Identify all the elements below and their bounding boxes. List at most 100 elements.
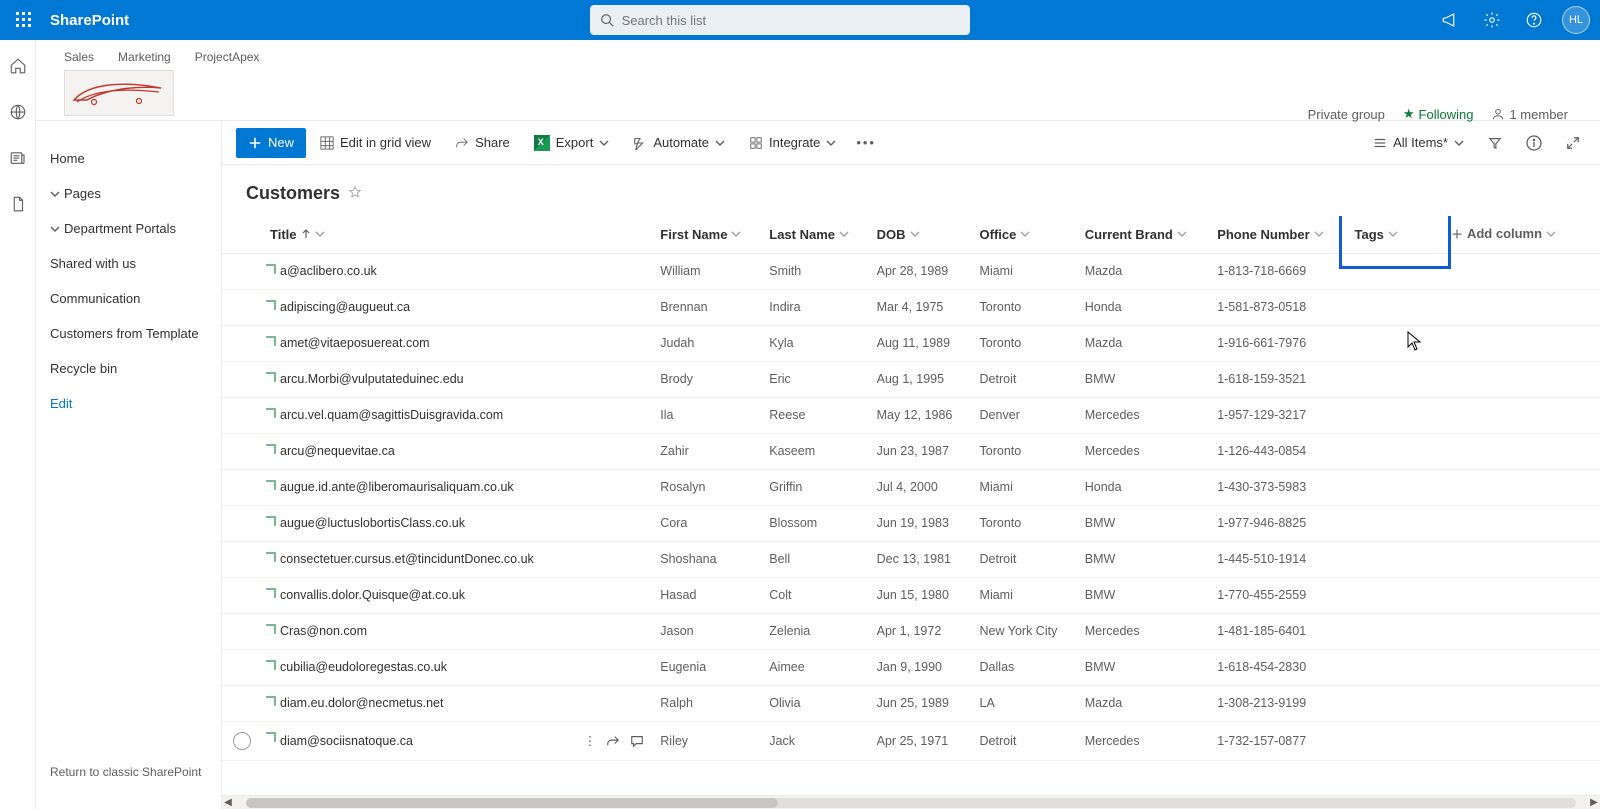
table-row[interactable]: adipiscing@augueut.ca ⋮ Brennan Indira M… bbox=[222, 289, 1600, 325]
nav-customers-from-template[interactable]: Customers from Template bbox=[50, 316, 207, 351]
cell-title[interactable]: adipiscing@augueut.ca bbox=[262, 289, 576, 325]
automate-button[interactable]: Automate bbox=[623, 128, 735, 158]
cell-title[interactable]: arcu.Morbi@vulputateduinec.edu bbox=[262, 361, 576, 397]
col-add-column[interactable]: Add column bbox=[1443, 216, 1600, 253]
rail-files[interactable] bbox=[8, 194, 28, 214]
help-button[interactable] bbox=[1514, 0, 1554, 40]
nav-recycle-bin[interactable]: Recycle bin bbox=[50, 351, 207, 386]
row-select[interactable] bbox=[222, 361, 262, 397]
scroll-right-arrow[interactable]: ▶ bbox=[1588, 797, 1600, 808]
cell-title[interactable]: consectetuer.cursus.et@tinciduntDonec.co… bbox=[262, 541, 576, 577]
integrate-button[interactable]: Integrate bbox=[739, 128, 846, 158]
nav-department-portals[interactable]: Department Portals bbox=[50, 211, 207, 246]
row-select[interactable] bbox=[222, 721, 262, 760]
table-row[interactable]: amet@vitaeposuereat.com ⋮ Judah Kyla Aug… bbox=[222, 325, 1600, 361]
row-select[interactable] bbox=[222, 397, 262, 433]
user-avatar[interactable]: HL bbox=[1562, 6, 1590, 34]
cell-title[interactable]: arcu.vel.quam@sagittisDuisgravida.com bbox=[262, 397, 576, 433]
row-comment-icon[interactable] bbox=[630, 734, 644, 748]
table-row[interactable]: convallis.dolor.Quisque@at.co.uk ⋮ Hasad… bbox=[222, 577, 1600, 613]
table-row[interactable]: consectetuer.cursus.et@tinciduntDonec.co… bbox=[222, 541, 1600, 577]
follow-button[interactable]: ★ Following bbox=[1403, 106, 1474, 122]
row-select[interactable] bbox=[222, 505, 262, 541]
hub-link-sales[interactable]: Sales bbox=[64, 50, 94, 64]
hub-link-marketing[interactable]: Marketing bbox=[118, 50, 171, 64]
share-button[interactable]: Share bbox=[445, 128, 520, 158]
col-title[interactable]: Title bbox=[262, 216, 576, 253]
row-select[interactable] bbox=[222, 649, 262, 685]
table-row[interactable]: arcu.vel.quam@sagittisDuisgravida.com ⋮ … bbox=[222, 397, 1600, 433]
row-more-icon[interactable]: ⋮ bbox=[584, 733, 597, 748]
nav-pages[interactable]: Pages bbox=[50, 176, 207, 211]
table-scroll[interactable]: Title First Name bbox=[222, 216, 1600, 795]
info-button[interactable] bbox=[1520, 128, 1548, 158]
col-brand[interactable]: Current Brand bbox=[1077, 216, 1209, 253]
nav-shared-with-us[interactable]: Shared with us bbox=[50, 246, 207, 281]
megaphone-button[interactable] bbox=[1430, 0, 1470, 40]
table-row[interactable]: arcu@nequevitae.ca ⋮ Zahir Kaseem Jun 23… bbox=[222, 433, 1600, 469]
row-select[interactable] bbox=[222, 289, 262, 325]
view-selector[interactable]: All Items* bbox=[1367, 128, 1470, 158]
cell-title[interactable]: amet@vitaeposuereat.com bbox=[262, 325, 576, 361]
table-row[interactable]: diam@sociisnatoque.ca ⋮ Riley Jack Apr 2… bbox=[222, 721, 1600, 760]
row-select[interactable] bbox=[222, 253, 262, 289]
expand-button[interactable] bbox=[1560, 128, 1586, 158]
col-first-name[interactable]: First Name bbox=[652, 216, 761, 253]
cell-title[interactable]: augue@luctuslobortisClass.co.uk bbox=[262, 505, 576, 541]
cell-title[interactable]: cubilia@eudoloregestas.co.uk bbox=[262, 649, 576, 685]
cell-title[interactable]: diam.eu.dolor@necmetus.net bbox=[262, 685, 576, 721]
search-box[interactable] bbox=[590, 5, 970, 35]
table-row[interactable]: Cras@non.com ⋮ Jason Zelenia Apr 1, 1972… bbox=[222, 613, 1600, 649]
rail-news[interactable] bbox=[8, 148, 28, 168]
cell-title[interactable]: diam@sociisnatoque.ca bbox=[262, 721, 576, 760]
return-classic-link[interactable]: Return to classic SharePoint bbox=[50, 765, 207, 789]
col-dob[interactable]: DOB bbox=[869, 216, 972, 253]
row-select[interactable] bbox=[222, 541, 262, 577]
table-row[interactable]: cubilia@eudoloregestas.co.uk ⋮ Eugenia A… bbox=[222, 649, 1600, 685]
filter-button[interactable] bbox=[1482, 128, 1508, 158]
app-name[interactable]: SharePoint bbox=[50, 12, 129, 29]
table-row[interactable]: arcu.Morbi@vulputateduinec.edu ⋮ Brody E… bbox=[222, 361, 1600, 397]
export-button[interactable]: Export bbox=[524, 128, 620, 158]
horizontal-scrollbar[interactable]: ◀ ▶ bbox=[222, 795, 1600, 809]
row-select[interactable] bbox=[222, 469, 262, 505]
col-last-name[interactable]: Last Name bbox=[761, 216, 868, 253]
col-phone[interactable]: Phone Number bbox=[1209, 216, 1346, 253]
col-tags[interactable]: Tags bbox=[1347, 216, 1443, 253]
new-button[interactable]: New bbox=[236, 128, 306, 158]
rail-globe[interactable] bbox=[8, 102, 28, 122]
table-row[interactable]: a@aclibero.co.uk ⋮ William Smith Apr 28,… bbox=[222, 253, 1600, 289]
cell-title[interactable]: convallis.dolor.Quisque@at.co.uk bbox=[262, 577, 576, 613]
rail-home[interactable] bbox=[8, 56, 28, 76]
row-select[interactable] bbox=[222, 577, 262, 613]
scroll-left-arrow[interactable]: ◀ bbox=[222, 797, 234, 808]
cell-title[interactable]: arcu@nequevitae.ca bbox=[262, 433, 576, 469]
members-button[interactable]: 1 member bbox=[1491, 107, 1568, 122]
edit-grid-button[interactable]: Edit in grid view bbox=[310, 128, 441, 158]
site-logo[interactable] bbox=[64, 70, 174, 116]
scroll-thumb[interactable] bbox=[246, 798, 778, 808]
app-launcher-button[interactable] bbox=[4, 0, 44, 40]
nav-home[interactable]: Home bbox=[50, 141, 207, 176]
row-select[interactable] bbox=[222, 685, 262, 721]
row-share-icon[interactable] bbox=[606, 734, 620, 748]
row-select[interactable] bbox=[222, 433, 262, 469]
row-select[interactable] bbox=[222, 325, 262, 361]
col-select[interactable] bbox=[222, 216, 262, 253]
cell-title[interactable]: augue.id.ante@liberomaurisaliquam.co.uk bbox=[262, 469, 576, 505]
cell-title[interactable]: a@aclibero.co.uk bbox=[262, 253, 576, 289]
news-icon bbox=[9, 149, 27, 167]
search-input[interactable] bbox=[622, 13, 960, 28]
table-row[interactable]: augue.id.ante@liberomaurisaliquam.co.uk … bbox=[222, 469, 1600, 505]
more-button[interactable]: ••• bbox=[850, 128, 882, 158]
nav-edit-link[interactable]: Edit bbox=[50, 386, 207, 411]
nav-communication[interactable]: Communication bbox=[50, 281, 207, 316]
settings-button[interactable] bbox=[1472, 0, 1512, 40]
table-row[interactable]: diam.eu.dolor@necmetus.net ⋮ Ralph Olivi… bbox=[222, 685, 1600, 721]
row-select[interactable] bbox=[222, 613, 262, 649]
table-row[interactable]: augue@luctuslobortisClass.co.uk ⋮ Cora B… bbox=[222, 505, 1600, 541]
favorite-toggle[interactable] bbox=[348, 185, 362, 202]
hub-link-projectapex[interactable]: ProjectApex bbox=[195, 50, 260, 64]
cell-title[interactable]: Cras@non.com bbox=[262, 613, 576, 649]
col-office[interactable]: Office bbox=[972, 216, 1077, 253]
